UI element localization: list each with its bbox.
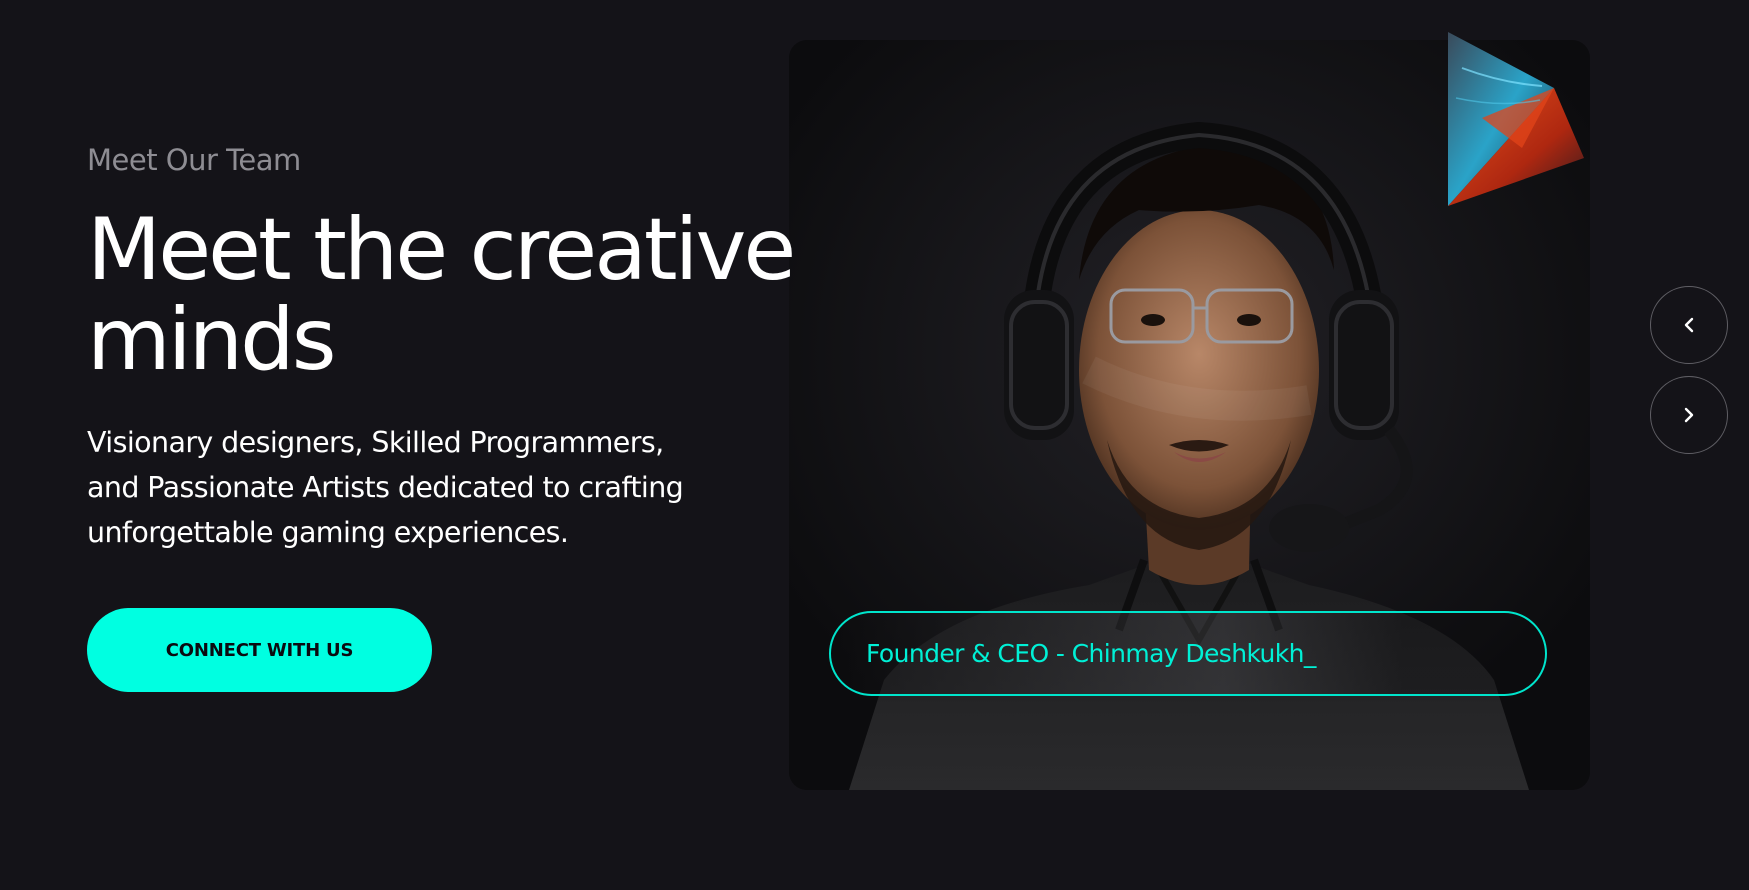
carousel-prev-button[interactable] xyxy=(1650,286,1728,364)
subtitle-line-2: and Passionate Artists dedicated to craf… xyxy=(87,471,684,504)
subtitle-line-3: unforgettable gaming experiences. xyxy=(87,516,569,549)
carousel-next-button[interactable] xyxy=(1650,376,1728,454)
member-role-pill: Founder & CEO - Chinmay Deshkukh_ xyxy=(829,611,1547,696)
team-section: Meet Our Team Meet the creative minds Vi… xyxy=(0,0,1749,890)
connect-button[interactable]: CONNECT WITH US xyxy=(87,608,432,692)
chevron-right-icon xyxy=(1684,407,1694,423)
section-header: Meet Our Team xyxy=(87,138,847,182)
subtitle-line-1: Visionary designers, Skilled Programmers… xyxy=(87,426,664,459)
section-eyebrow: Meet Our Team xyxy=(87,143,301,177)
section-subtitle: Visionary designers, Skilled Programmers… xyxy=(87,420,747,555)
section-headline: Meet the creative minds xyxy=(87,205,867,385)
brand-logo-triangle xyxy=(1448,32,1584,206)
member-role-label: Founder & CEO - Chinmay Deshkukh_ xyxy=(866,639,1316,668)
chevron-left-icon xyxy=(1684,317,1694,333)
headline-line-2: minds xyxy=(87,290,337,390)
headline-line-1: Meet the creative xyxy=(87,200,796,300)
